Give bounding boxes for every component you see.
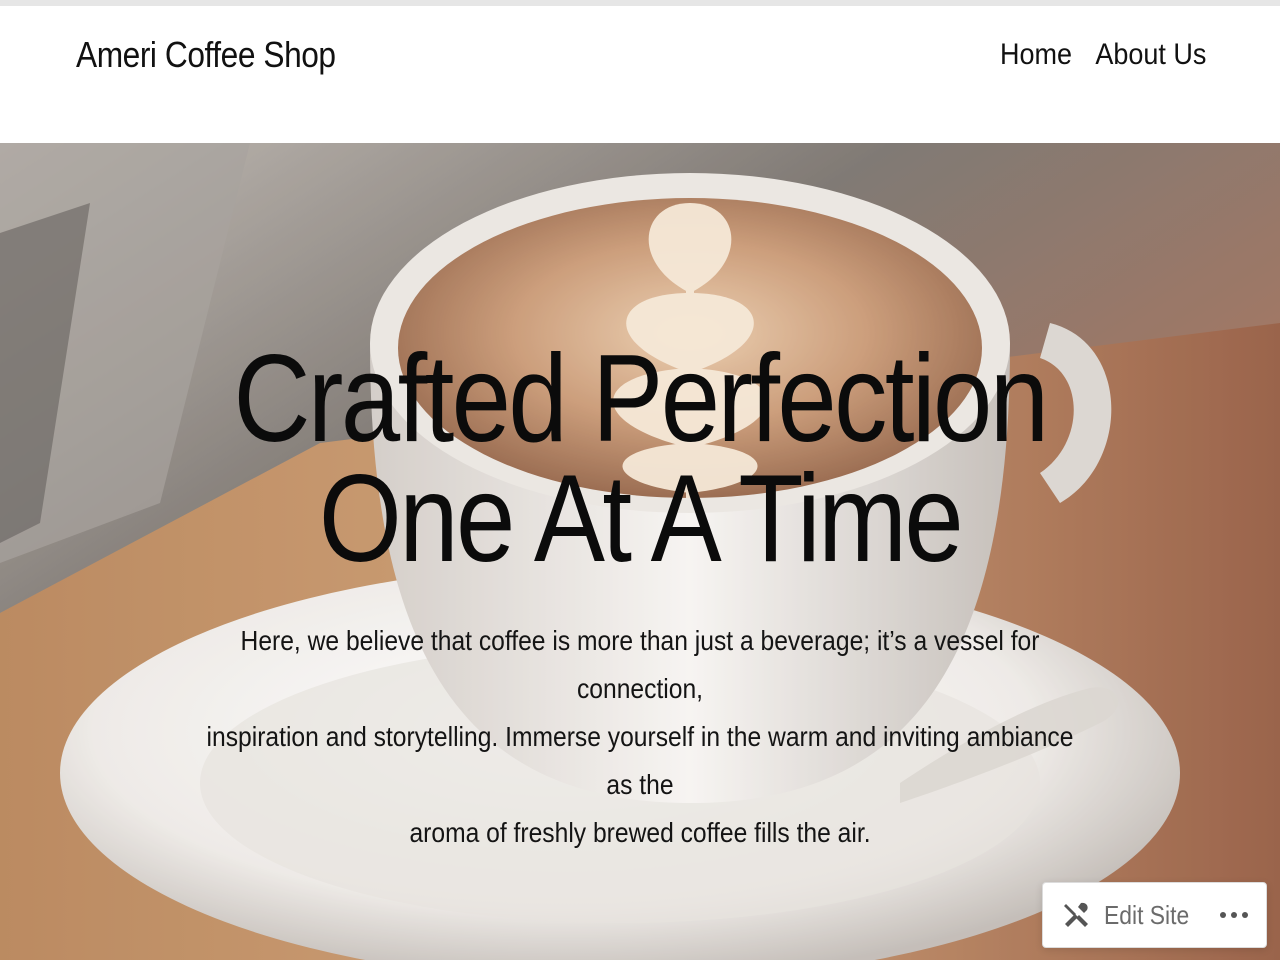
hero-heading-line-2: One At A Time [318, 450, 964, 588]
more-horizontal-icon[interactable] [1218, 903, 1250, 927]
nav-about-link[interactable]: About Us [1095, 38, 1206, 72]
edit-site-label: Edit Site [1104, 899, 1190, 930]
hero-heading: Crafted Perfection One At A Time [210, 337, 1070, 581]
primary-nav: Home About Us [1000, 38, 1206, 72]
hero-heading-line-1: Crafted Perfection [233, 330, 1049, 468]
site-title[interactable]: Ameri Coffee Shop [76, 34, 336, 76]
admin-edit-bar: Edit Site [1042, 882, 1267, 948]
hero-description-line-3: aroma of freshly brewed coffee fills the… [409, 817, 871, 848]
tools-icon [1064, 902, 1088, 927]
nav-home-link[interactable]: Home [1000, 38, 1072, 72]
hero-description: Here, we believe that coffee is more tha… [200, 617, 1080, 857]
hero-description-line-2: inspiration and storytelling. Immerse yo… [206, 721, 1074, 800]
site-header: Ameri Coffee Shop Home About Us [0, 6, 1280, 143]
hero-description-line-1: Here, we believe that coffee is more tha… [240, 625, 1040, 704]
hero-cover: Crafted Perfection One At A Time Here, we… [0, 143, 1280, 960]
edit-site-button[interactable]: Edit Site [1043, 883, 1201, 947]
